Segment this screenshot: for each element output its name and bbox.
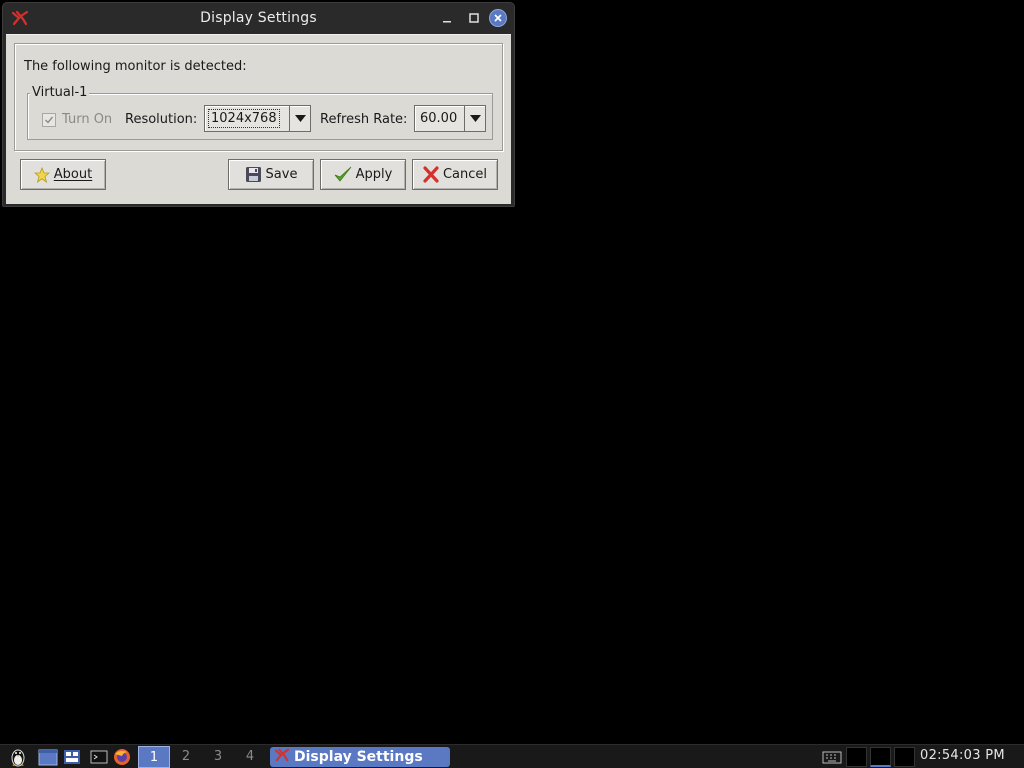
- minimize-icon[interactable]: [439, 10, 455, 26]
- workspace-3[interactable]: 3: [202, 746, 234, 768]
- desktop-icon[interactable]: [38, 747, 58, 767]
- terminal-icon[interactable]: [89, 747, 109, 767]
- refresh-rate-label: Refresh Rate:: [320, 112, 408, 127]
- about-button[interactable]: About: [20, 159, 106, 190]
- apply-label: Apply: [355, 167, 393, 182]
- refresh-rate-value: 60.00: [420, 111, 458, 126]
- dropdown-arrow-icon[interactable]: [289, 106, 310, 131]
- resolution-label: Resolution:: [125, 112, 198, 127]
- firefox-icon[interactable]: [112, 747, 132, 767]
- file-manager-icon[interactable]: [62, 747, 82, 767]
- pager-cell[interactable]: [894, 747, 915, 767]
- dialog-body: The following monitor is detected: Virtu…: [6, 34, 511, 204]
- close-icon[interactable]: [489, 9, 507, 27]
- workspace-2[interactable]: 2: [170, 746, 202, 768]
- pager-cell[interactable]: [846, 747, 867, 767]
- red-x-icon: [423, 166, 439, 183]
- task-label: Display Settings: [294, 749, 423, 765]
- resolution-dropdown[interactable]: 1024x768: [204, 105, 311, 132]
- keyboard-icon[interactable]: [822, 747, 842, 767]
- apply-button[interactable]: Apply: [320, 159, 406, 190]
- monitor-name: Virtual-1: [30, 85, 90, 100]
- title-bar[interactable]: Display Settings: [3, 3, 514, 33]
- tux-penguin-icon[interactable]: [8, 747, 28, 767]
- star-icon: [33, 166, 50, 183]
- refresh-rate-dropdown[interactable]: 60.00: [414, 105, 486, 132]
- detect-label: The following monitor is detected:: [24, 59, 247, 74]
- cancel-label: Cancel: [442, 167, 488, 182]
- resolution-value: 1024x768: [208, 109, 280, 128]
- maximize-icon[interactable]: [466, 10, 482, 26]
- pager-cell[interactable]: [870, 747, 891, 767]
- turn-on-checkbox[interactable]: [42, 113, 56, 127]
- display-settings-icon: [274, 748, 290, 766]
- taskbar: 1 2 3 4 Display Settings 02:54:03 PM: [0, 744, 1024, 768]
- checkmark-icon: [334, 166, 352, 183]
- workspace-4[interactable]: 4: [234, 746, 266, 768]
- display-settings-window: Display Settings The following monitor i…: [2, 2, 515, 207]
- turn-on-label: Turn On: [62, 112, 113, 127]
- dropdown-arrow-icon[interactable]: [464, 106, 485, 131]
- cancel-button[interactable]: Cancel: [412, 159, 498, 190]
- window-title: Display Settings: [200, 10, 317, 26]
- about-label: About: [53, 167, 93, 182]
- clock[interactable]: 02:54:03 PM: [920, 748, 1005, 763]
- floppy-disk-icon: [245, 166, 262, 183]
- taskbar-task-display-settings[interactable]: Display Settings: [270, 747, 450, 767]
- workspace-1[interactable]: 1: [138, 746, 170, 768]
- save-label: Save: [265, 167, 298, 182]
- save-button[interactable]: Save: [228, 159, 314, 190]
